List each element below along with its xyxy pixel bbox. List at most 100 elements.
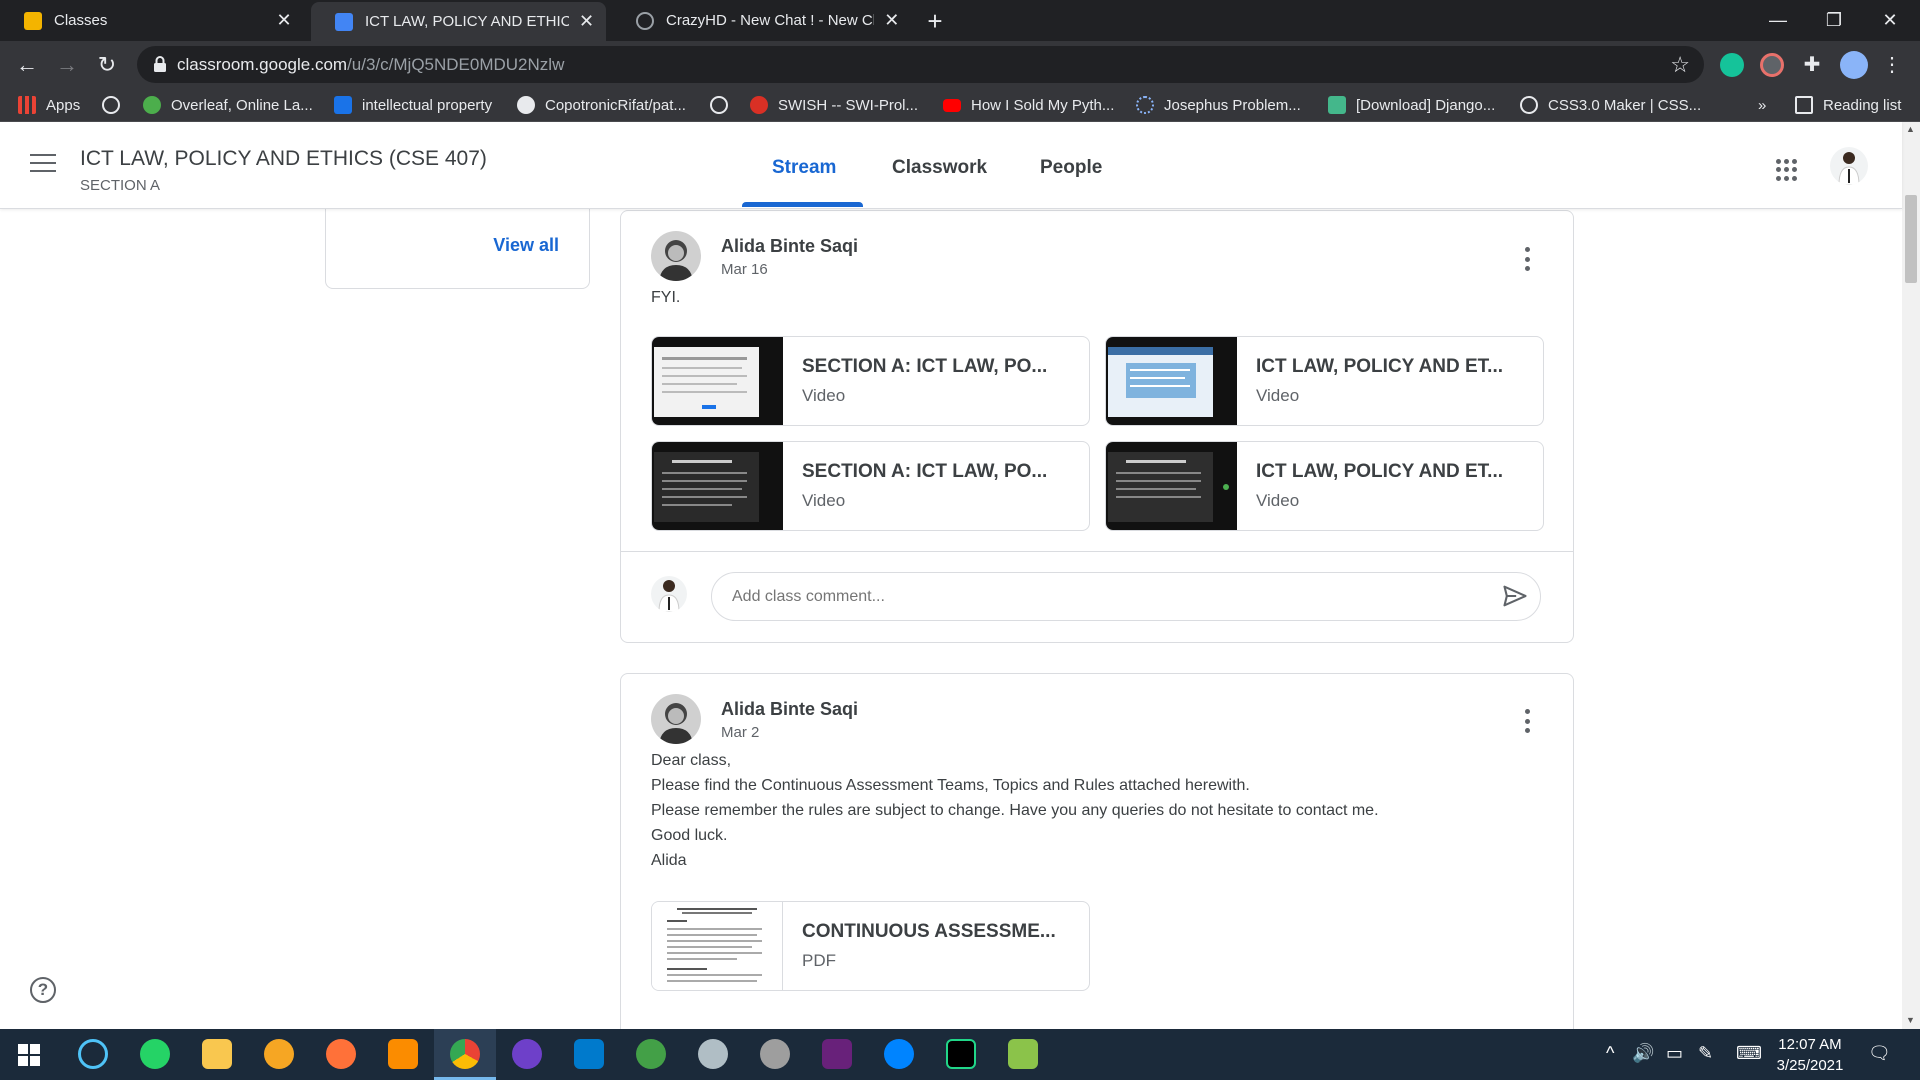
user-avatar xyxy=(651,576,687,612)
pdf-thumbnail xyxy=(652,902,783,990)
windows-start-icon[interactable] xyxy=(18,1044,40,1066)
post-date[interactable]: Mar 16 xyxy=(721,261,768,278)
globe-app-icon[interactable] xyxy=(636,1039,666,1069)
tab-title: ICT LAW, POLICY AND ETHICS (C xyxy=(365,13,570,30)
tab-crazyhd[interactable]: CrazyHD - New Chat ! - New Cha ✕ xyxy=(612,0,912,41)
file-explorer-icon[interactable] xyxy=(202,1039,232,1069)
extension-icon[interactable] xyxy=(1760,53,1784,77)
vscode-icon[interactable] xyxy=(574,1039,604,1069)
back-button[interactable]: ← xyxy=(11,49,43,81)
profile-avatar[interactable] xyxy=(1840,51,1868,79)
help-icon[interactable]: ? xyxy=(30,977,56,1003)
scroll-down-icon[interactable]: ▼ xyxy=(1906,1015,1915,1025)
chrome-menu-icon[interactable]: ⋮ xyxy=(1880,53,1904,77)
pen-icon[interactable]: ✎ xyxy=(1698,1043,1713,1064)
post-author[interactable]: Alida Binte Saqi xyxy=(721,236,858,257)
bookmark-overleaf[interactable]: Overleaf, Online La... xyxy=(143,95,313,115)
volume-icon[interactable]: 🔊 xyxy=(1632,1043,1654,1064)
vpn-app-icon[interactable] xyxy=(264,1039,294,1069)
pycharm-icon[interactable] xyxy=(946,1039,976,1069)
attachment-video[interactable]: ICT LAW, POLICY AND ET... Video xyxy=(1105,336,1544,426)
address-bar[interactable]: classroom.google.com/u/3/c/MjQ5NDE0MDU2N… xyxy=(137,46,1704,83)
classroom-page: ICT LAW, POLICY AND ETHICS (CSE 407) SEC… xyxy=(0,122,1920,1029)
bookmark-josephus[interactable]: Josephus Problem... xyxy=(1136,95,1301,115)
attachment-video[interactable]: SECTION A: ICT LAW, PO... Video xyxy=(651,336,1090,426)
bookmark-swish[interactable]: SWISH -- SWI-Prol... xyxy=(750,95,918,115)
network-icon[interactable]: ▭ xyxy=(1666,1043,1683,1064)
bookmark-youtube[interactable]: How I Sold My Pyth... xyxy=(943,95,1114,115)
close-tab-icon[interactable]: ✕ xyxy=(882,10,902,32)
notepad-icon[interactable] xyxy=(1008,1039,1038,1069)
bookmark-star-icon[interactable]: ☆ xyxy=(1670,52,1690,78)
page-scrollbar[interactable]: ▲ ▼ xyxy=(1902,122,1920,1029)
bookmark-django[interactable]: [Download] Django... xyxy=(1328,95,1495,115)
reading-list-button[interactable]: Reading list xyxy=(1795,95,1901,115)
app-icon[interactable] xyxy=(698,1039,728,1069)
globe-favicon-icon xyxy=(636,11,654,30)
attachment-title: ICT LAW, POLICY AND ET... xyxy=(1256,356,1504,377)
grammarly-extension-icon[interactable] xyxy=(1720,53,1744,77)
active-tab-indicator xyxy=(742,202,863,207)
whatsapp-icon[interactable] xyxy=(140,1039,170,1069)
new-tab-button[interactable]: + xyxy=(920,6,950,36)
tab-ict-law[interactable]: ICT LAW, POLICY AND ETHICS (C ✕ xyxy=(311,2,606,41)
bookmark-intellectual-property[interactable]: intellectual property xyxy=(334,95,492,115)
scrollbar-thumb[interactable] xyxy=(1905,195,1917,283)
search-app-icon[interactable] xyxy=(78,1039,108,1069)
firefox-icon[interactable] xyxy=(326,1039,356,1069)
system-clock[interactable]: 12:07 AM 3/25/2021 xyxy=(1760,1034,1860,1076)
view-all-link[interactable]: View all xyxy=(493,235,559,256)
class-comment-input[interactable] xyxy=(711,572,1541,621)
forward-button[interactable]: → xyxy=(51,49,83,81)
attachment-type: Video xyxy=(1256,386,1300,405)
reload-button[interactable]: ↻ xyxy=(91,49,123,81)
stream-post: Alida Binte Saqi Mar 2 Dear class, Pleas… xyxy=(620,673,1574,1029)
bookmark-css3-maker[interactable]: CSS3.0 Maker | CSS... xyxy=(1520,95,1701,115)
minimize-button[interactable]: — xyxy=(1750,0,1806,41)
send-icon[interactable] xyxy=(1501,582,1529,610)
extensions-puzzle-icon[interactable]: ✚ xyxy=(1800,53,1824,77)
attachment-video[interactable]: SECTION A: ICT LAW, PO... Video xyxy=(651,441,1090,531)
lock-icon xyxy=(154,56,166,72)
chrome-icon[interactable] xyxy=(450,1039,480,1069)
author-avatar[interactable] xyxy=(651,231,701,281)
classroom-favicon-icon xyxy=(335,12,353,31)
account-avatar[interactable] xyxy=(1830,147,1868,185)
more-options-icon[interactable] xyxy=(1525,709,1531,733)
more-bookmarks-button[interactable]: » xyxy=(1758,95,1766,115)
main-menu-icon[interactable] xyxy=(30,154,56,176)
keyboard-icon[interactable]: ⌨ xyxy=(1736,1043,1762,1064)
tab-stream[interactable]: Stream xyxy=(772,157,836,179)
tab-people[interactable]: People xyxy=(1040,157,1102,179)
attachment-pdf[interactable]: CONTINUOUS ASSESSME... PDF xyxy=(651,901,1090,991)
close-tab-icon[interactable]: ✕ xyxy=(577,11,596,33)
anaconda-icon[interactable] xyxy=(760,1039,790,1069)
bookmark-apps[interactable]: Apps xyxy=(18,95,80,115)
video-thumbnail xyxy=(1106,337,1237,425)
post-author[interactable]: Alida Binte Saqi xyxy=(721,699,858,720)
scroll-up-icon[interactable]: ▲ xyxy=(1906,124,1915,134)
visual-studio-icon[interactable] xyxy=(822,1039,852,1069)
django-icon xyxy=(1328,96,1346,114)
bookmark-globe-1[interactable] xyxy=(102,95,130,115)
close-window-button[interactable]: ✕ xyxy=(1862,0,1918,41)
notifications-icon[interactable]: 🗨 xyxy=(1868,1043,1891,1064)
more-options-icon[interactable] xyxy=(1525,247,1531,271)
xampp-icon[interactable] xyxy=(388,1039,418,1069)
github-desktop-icon[interactable] xyxy=(512,1039,542,1069)
attachment-video[interactable]: ICT LAW, POLICY AND ET... Video xyxy=(1105,441,1544,531)
class-title[interactable]: ICT LAW, POLICY AND ETHICS (CSE 407) xyxy=(80,147,487,171)
close-tab-icon[interactable]: ✕ xyxy=(273,10,295,32)
bookmark-github[interactable]: CopotronicRifat/pat... xyxy=(517,95,686,115)
show-hidden-icons-icon[interactable]: ^ xyxy=(1606,1043,1614,1064)
tab-classes[interactable]: Classes ✕ xyxy=(0,0,305,41)
post-body: Dear class, Please find the Continuous A… xyxy=(651,748,1379,873)
attachment-type: Video xyxy=(802,386,846,405)
author-avatar[interactable] xyxy=(651,694,701,744)
messenger-icon[interactable] xyxy=(884,1039,914,1069)
tab-classwork[interactable]: Classwork xyxy=(892,157,987,179)
google-apps-icon[interactable] xyxy=(1776,159,1798,181)
post-date[interactable]: Mar 2 xyxy=(721,724,759,741)
restore-button[interactable]: ❐ xyxy=(1806,0,1862,41)
bookmark-globe-2[interactable] xyxy=(710,95,738,115)
